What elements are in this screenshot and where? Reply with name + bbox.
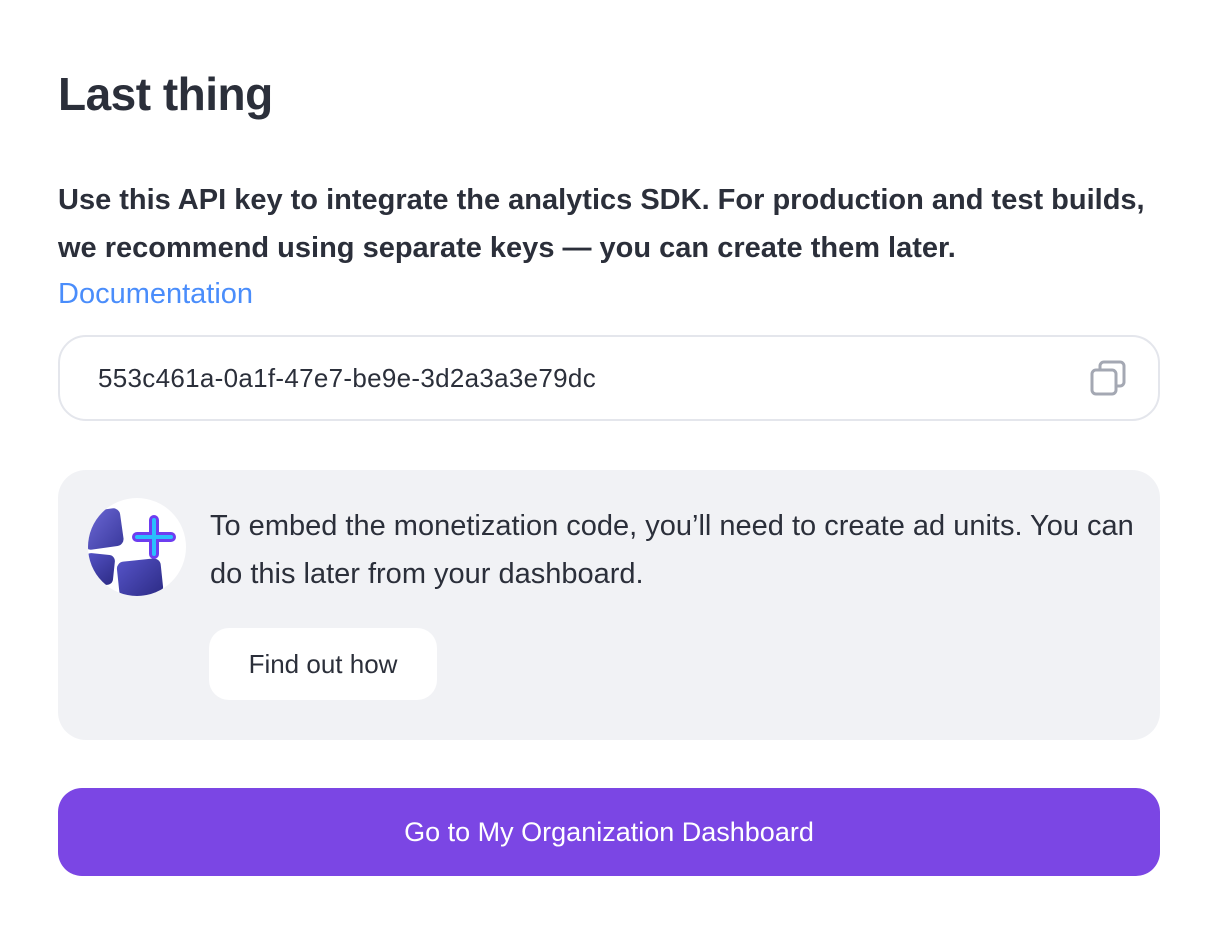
- copy-icon[interactable]: [1088, 360, 1128, 400]
- monetization-info-text: To embed the monetization code, you’ll n…: [210, 510, 1134, 590]
- ad-units-icon: [88, 498, 186, 596]
- find-out-how-button[interactable]: Find out how: [209, 628, 437, 700]
- go-to-dashboard-button[interactable]: Go to My Organization Dashboard: [58, 788, 1160, 876]
- api-key-page: Last thing Use this API key to integrate…: [0, 0, 1225, 934]
- api-key-field[interactable]: 553c461a-0a1f-47e7-be9e-3d2a3a3e79dc: [58, 335, 1160, 421]
- api-key-description: Use this API key to integrate the analyt…: [58, 184, 1145, 264]
- documentation-link[interactable]: Documentation: [58, 270, 253, 318]
- monetization-info-card: To embed the monetization code, you’ll n…: [58, 470, 1160, 740]
- api-key-value[interactable]: 553c461a-0a1f-47e7-be9e-3d2a3a3e79dc: [98, 363, 596, 394]
- page-title: Last thing: [58, 68, 273, 120]
